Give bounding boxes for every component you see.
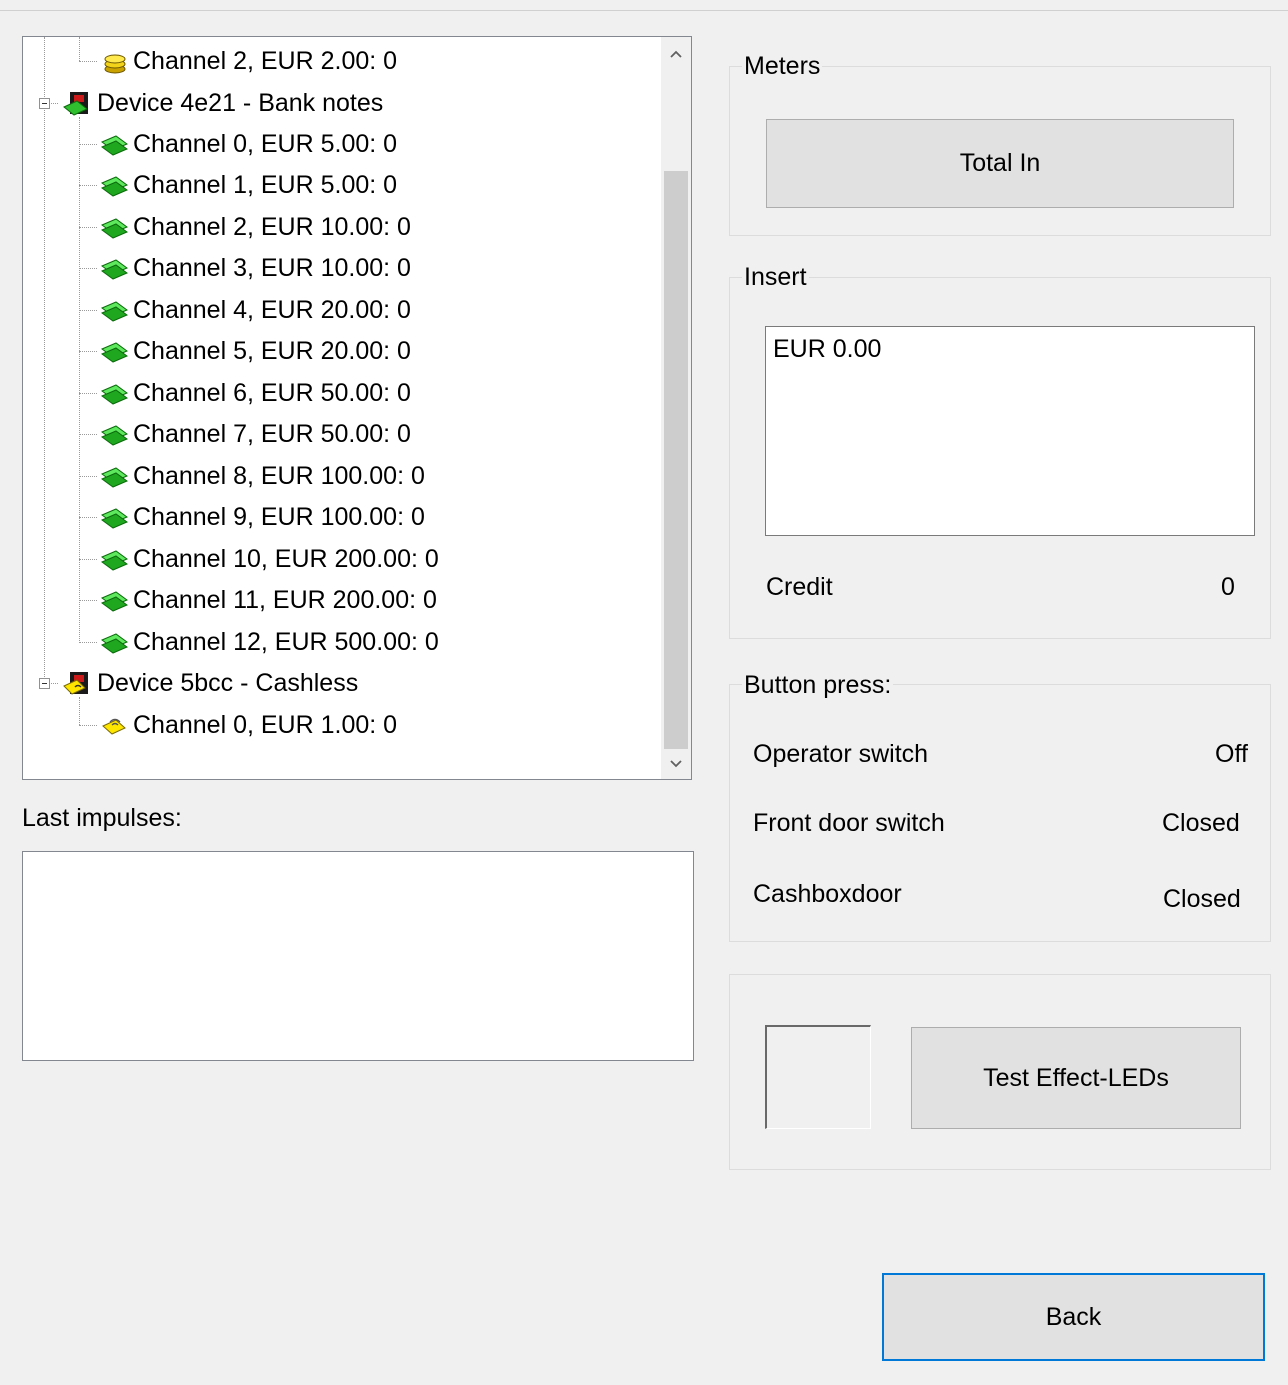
insert-amount-box[interactable]: EUR 0.00 <box>765 326 1255 536</box>
tree-item-channel-10[interactable]: Channel 10, EUR 200.00: 0 <box>99 539 439 579</box>
scroll-up-button[interactable] <box>661 39 691 69</box>
banknote-icon <box>100 176 129 197</box>
led-preview-box <box>765 1025 871 1129</box>
expander-device-4e21[interactable] <box>39 98 50 109</box>
tree-item-label: Channel 8, EUR 100.00: 0 <box>133 461 425 490</box>
tree-branch <box>79 517 97 518</box>
tree-item-label: Channel 10, EUR 200.00: 0 <box>133 544 439 573</box>
banknote-icon <box>100 135 129 156</box>
tree-item-label: Channel 3, EUR 10.00: 0 <box>133 253 411 282</box>
cashless-card-icon <box>102 718 126 735</box>
tree-item-channel-4[interactable]: Channel 4, EUR 20.00: 0 <box>99 290 411 330</box>
tree-branch <box>79 351 97 352</box>
tree-item-label: Device 4e21 - Bank notes <box>97 88 384 117</box>
tree-item-channel-7[interactable]: Channel 7, EUR 50.00: 0 <box>99 414 411 454</box>
tree-item-device-5bcc[interactable]: Device 5bcc - Cashless <box>63 663 358 703</box>
tree-branch <box>79 434 97 435</box>
banknote-device-icon <box>63 92 88 116</box>
tree-item-label: Channel 12, EUR 500.00: 0 <box>133 627 439 656</box>
tree-branch <box>79 642 97 643</box>
last-impulses-box[interactable] <box>22 851 694 1061</box>
tree-branch <box>79 476 97 477</box>
tree-item-label: Channel 1, EUR 5.00: 0 <box>133 170 398 199</box>
tree-branch <box>79 310 97 311</box>
device-tree[interactable]: Channel 2, EUR 2.00: 0 Device 4e21 - Ban… <box>22 36 692 780</box>
test-effect-leds-button[interactable]: Test Effect-LEDs <box>911 1027 1241 1129</box>
tree-item-label: Channel 2, EUR 2.00: 0 <box>133 46 398 75</box>
last-impulses-label: Last impulses: <box>22 804 182 832</box>
tree-item-channel-12[interactable]: Channel 12, EUR 500.00: 0 <box>99 622 439 662</box>
coin-stack-icon <box>104 54 126 74</box>
credit-label: Credit <box>766 573 833 601</box>
tree-branch <box>79 268 97 269</box>
meters-title: Meters <box>742 51 823 81</box>
tree-branch <box>79 393 97 394</box>
banknote-icon <box>100 301 129 322</box>
tree-line-device1-top <box>79 37 80 61</box>
scroll-thumb[interactable] <box>664 171 688 749</box>
tree-item-channel-1[interactable]: Channel 1, EUR 5.00: 0 <box>99 165 397 205</box>
cashbox-door-value: Closed <box>1163 885 1241 913</box>
tree-line-root <box>44 37 45 683</box>
tree-item-label: Channel 2, EUR 10.00: 0 <box>133 212 411 241</box>
tree-item-channel-6[interactable]: Channel 6, EUR 50.00: 0 <box>99 373 411 413</box>
credit-value: 0 <box>1221 573 1235 601</box>
tree-branch <box>79 144 97 145</box>
banknote-icon <box>100 425 129 446</box>
banknote-icon <box>100 218 129 239</box>
banknote-icon <box>100 384 129 405</box>
tree-item-channel-0[interactable]: Channel 0, EUR 5.00: 0 <box>99 124 397 164</box>
expander-device-5bcc[interactable] <box>39 678 50 689</box>
tree-item-cashless-channel-0[interactable]: Channel 0, EUR 1.00: 0 <box>99 705 397 745</box>
front-door-switch-value: Closed <box>1162 809 1240 837</box>
front-door-switch-label: Front door switch <box>753 809 945 837</box>
tree-branch <box>79 185 97 186</box>
tree-item-channel-8[interactable]: Channel 8, EUR 100.00: 0 <box>99 456 425 496</box>
tree-branch <box>79 725 97 726</box>
tree-item-channel-2[interactable]: Channel 2, EUR 10.00: 0 <box>99 207 411 247</box>
tree-item-label: Channel 0, EUR 5.00: 0 <box>133 129 398 158</box>
tree-item-channel-3[interactable]: Channel 3, EUR 10.00: 0 <box>99 248 411 288</box>
operator-switch-value: Off <box>1215 740 1248 768</box>
tree-item-label: Device 5bcc - Cashless <box>97 668 359 697</box>
tree-item-label: Channel 5, EUR 20.00: 0 <box>133 336 411 365</box>
tree-line-device2-children <box>79 117 80 641</box>
operator-switch-label: Operator switch <box>753 740 929 768</box>
tree-item-label: Channel 6, EUR 50.00: 0 <box>133 378 411 407</box>
total-in-button[interactable]: Total In <box>766 119 1234 208</box>
banknote-icon <box>100 467 129 488</box>
tree-item-device-4e21[interactable]: Device 4e21 - Bank notes <box>63 83 383 123</box>
tree-branch <box>79 227 97 228</box>
tree-item-label: Channel 7, EUR 50.00: 0 <box>133 419 411 448</box>
tree-branch <box>79 61 97 62</box>
tree-item-channel-5[interactable]: Channel 5, EUR 20.00: 0 <box>99 331 411 371</box>
cashless-device-icon <box>63 672 88 695</box>
tree-item-label: Channel 9, EUR 100.00: 0 <box>133 502 425 531</box>
banknote-icon <box>100 550 129 571</box>
tree-branch <box>79 559 97 560</box>
tree-branch <box>79 600 97 601</box>
window-top-border <box>0 10 1288 11</box>
tree-item-label: Channel 11, EUR 200.00: 0 <box>133 585 437 614</box>
tree-item-label: Channel 0, EUR 1.00: 0 <box>133 710 398 739</box>
tree-vertical-scrollbar[interactable] <box>661 37 691 779</box>
button-press-title: Button press: <box>742 670 894 700</box>
chevron-down-icon <box>670 760 682 768</box>
banknote-icon <box>100 508 129 529</box>
tree-item-channel-9[interactable]: Channel 9, EUR 100.00: 0 <box>99 497 425 537</box>
banknote-icon <box>100 591 129 612</box>
scroll-down-button[interactable] <box>661 749 691 779</box>
back-button[interactable]: Back <box>882 1273 1265 1361</box>
banknote-icon <box>100 342 129 363</box>
cashbox-door-label: Cashboxdoor <box>753 880 902 908</box>
insert-title: Insert <box>742 262 809 292</box>
banknote-icon <box>100 633 129 654</box>
tree-item-channel-2-coin[interactable]: Channel 2, EUR 2.00: 0 <box>99 41 397 81</box>
banknote-icon <box>100 259 129 280</box>
chevron-up-icon <box>670 50 682 58</box>
tree-item-channel-11[interactable]: Channel 11, EUR 200.00: 0 <box>99 580 437 620</box>
tree-item-label: Channel 4, EUR 20.00: 0 <box>133 295 411 324</box>
